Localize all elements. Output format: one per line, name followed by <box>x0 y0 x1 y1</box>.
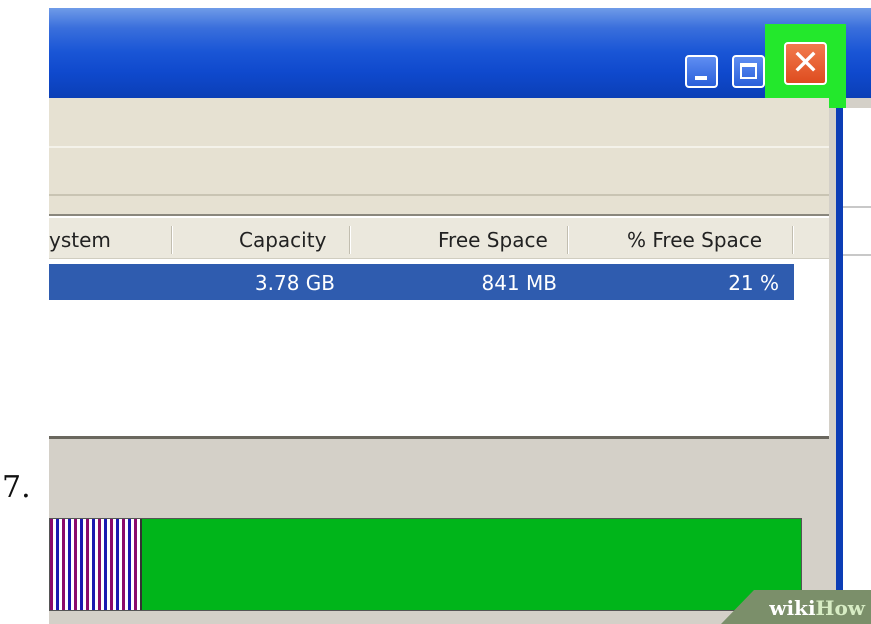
percent-free-cell: 21 % <box>728 271 779 295</box>
close-button[interactable]: ✕ <box>784 42 827 85</box>
analysis-display-area <box>49 436 829 624</box>
defragmenter-window-screenshot: ✕ ystem Capacity Free Space % Free Space… <box>49 0 871 624</box>
minimize-button[interactable] <box>685 55 718 88</box>
background-window-line <box>843 206 871 208</box>
capacity-cell: 3.78 GB <box>254 271 335 295</box>
column-header-file-system[interactable]: ystem <box>49 218 111 258</box>
maximize-button[interactable] <box>732 55 765 88</box>
window-right-border-inner <box>829 108 836 624</box>
minimize-icon <box>695 76 707 80</box>
volume-list: ystem Capacity Free Space % Free Space 3… <box>49 214 829 438</box>
free-space-cell: 841 MB <box>481 271 557 295</box>
disk-used-segment <box>50 519 143 610</box>
column-divider[interactable] <box>349 226 350 254</box>
close-icon: ✕ <box>791 43 820 83</box>
desktop-background <box>49 0 871 8</box>
column-header-free-space[interactable]: Free Space <box>438 218 548 258</box>
table-row[interactable]: 3.78 GB 841 MB 21 % <box>49 264 794 300</box>
column-divider[interactable] <box>792 226 793 254</box>
toolbar-separator <box>49 194 829 196</box>
column-header-capacity[interactable]: Capacity <box>239 218 326 258</box>
window-right-border <box>836 108 843 624</box>
disk-usage-map <box>49 518 802 611</box>
step-number: 7. <box>2 470 31 505</box>
column-header-percent-free[interactable]: % Free Space <box>627 218 762 258</box>
menu-separator <box>49 146 829 148</box>
volume-list-header: ystem Capacity Free Space % Free Space <box>49 218 829 259</box>
maximize-icon <box>740 63 757 79</box>
column-divider[interactable] <box>567 226 568 254</box>
column-divider[interactable] <box>171 226 172 254</box>
title-bar[interactable] <box>49 8 871 98</box>
background-window-edge <box>843 108 871 624</box>
menu-toolbar-area <box>49 98 829 214</box>
background-window-line <box>843 254 871 256</box>
